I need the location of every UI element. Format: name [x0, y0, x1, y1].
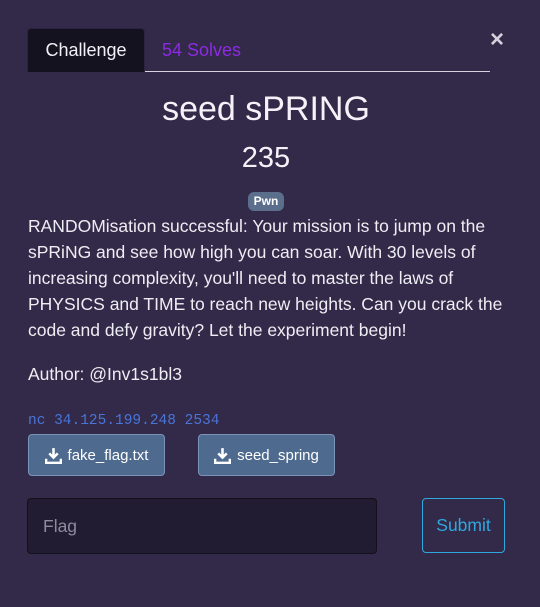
close-icon[interactable]: × [486, 27, 508, 53]
category-badge: Pwn [247, 192, 285, 211]
tab-bar: Challenge 54 Solves [27, 28, 490, 72]
download-fake-flag-button[interactable]: fake_flag.txt [28, 434, 165, 476]
challenge-title: seed sPRING [162, 90, 370, 128]
category-badge-wrap: Pwn [0, 192, 532, 211]
download-icon [214, 447, 232, 464]
challenge-author: Author: @Inv1s1bl3 [28, 364, 182, 384]
download-icon [44, 447, 62, 464]
file-label: seed_spring [237, 446, 319, 464]
download-seed-spring-button[interactable]: seed_spring [198, 434, 335, 476]
connection-info: nc 34.125.199.248 2534 [28, 413, 220, 429]
file-label: fake_flag.txt [67, 446, 149, 464]
flag-input[interactable] [27, 498, 377, 554]
challenge-points: 235 [241, 142, 291, 174]
submit-button[interactable]: Submit [422, 498, 505, 553]
tab-challenge[interactable]: Challenge [27, 28, 145, 72]
challenge-modal: Challenge 54 Solves × seed sPRING 235 Pw… [0, 0, 540, 607]
challenge-description: RANDOMisation successful: Your mission i… [28, 216, 503, 340]
tab-solves[interactable]: 54 Solves [162, 28, 241, 72]
